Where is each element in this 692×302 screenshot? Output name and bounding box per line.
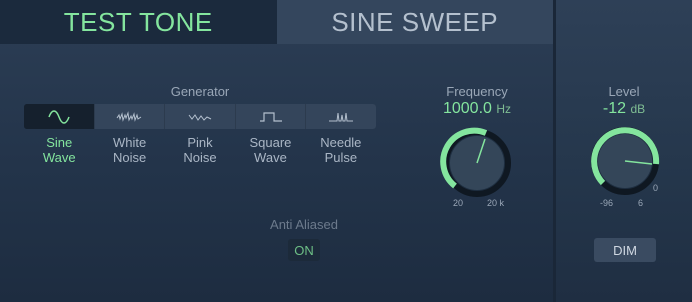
tab-test-tone[interactable]: TEST TONE <box>0 0 277 44</box>
tab-sine-sweep[interactable]: SINE SWEEP <box>276 0 553 44</box>
level-unit: dB <box>630 102 646 116</box>
frequency-max-label: 20 k <box>487 198 505 208</box>
dim-button[interactable]: DIM <box>594 238 656 262</box>
frequency-readout[interactable]: 1000.0 Hz <box>417 100 537 118</box>
sine-wave-label: Sine Wave <box>42 135 76 165</box>
tab-bar: TEST TONE SINE SWEEP <box>0 0 553 44</box>
white-noise-label: White Noise <box>112 135 147 165</box>
frequency-value: 1000.0 <box>442 100 492 117</box>
frequency-unit: Hz <box>496 102 512 116</box>
generator-title: Generator <box>170 84 230 99</box>
needle-pulse-icon <box>329 112 354 121</box>
square-wave-label: Square Wave <box>249 135 292 165</box>
sine-wave-icon <box>48 109 70 124</box>
level-max-label: 6 <box>638 198 644 208</box>
needle-pulse-button[interactable] <box>305 104 376 129</box>
square-wave-icon <box>259 111 282 122</box>
frequency-title: Frequency <box>446 84 508 99</box>
frequency-knob[interactable] <box>437 123 517 203</box>
panel-divider <box>553 0 556 302</box>
frequency-min-label: 20 <box>453 198 464 208</box>
white-noise-icon <box>116 110 142 122</box>
waveform-selector <box>24 104 376 129</box>
white-noise-button[interactable] <box>93 104 165 129</box>
level-zero-label: 0 <box>653 183 659 193</box>
level-title: Level <box>608 84 640 99</box>
level-readout[interactable]: -12 dB <box>574 100 674 118</box>
waveform-labels: Sine Wave White Noise Pink Noise Square … <box>24 135 376 165</box>
pink-noise-button[interactable] <box>164 104 235 129</box>
pink-noise-icon <box>188 113 212 121</box>
pink-noise-label: Pink Noise <box>183 135 217 165</box>
sine-wave-button[interactable] <box>24 104 94 129</box>
level-min-label: -96 <box>600 198 614 208</box>
level-value: -12 <box>602 100 626 117</box>
anti-aliased-toggle[interactable]: ON <box>288 239 320 261</box>
square-wave-button[interactable] <box>234 104 306 129</box>
anti-aliased-title: Anti Aliased <box>270 217 338 232</box>
needle-pulse-label: Needle Pulse <box>320 135 362 165</box>
